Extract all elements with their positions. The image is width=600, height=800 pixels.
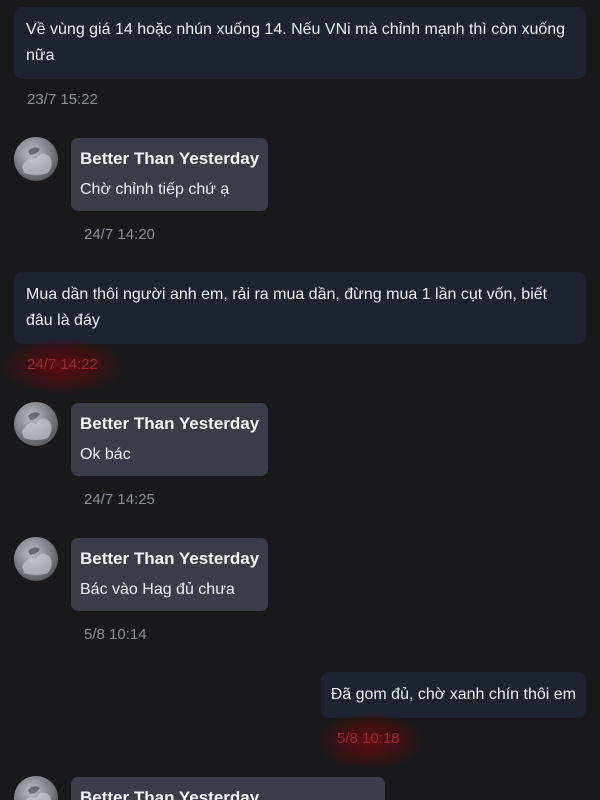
chat-thread: Về vùng giá 14 hoặc nhún xuống 14. Nếu V… bbox=[0, 0, 600, 800]
message-text: Đã gom đủ, chờ xanh chín thôi em bbox=[330, 686, 576, 703]
avatar[interactable] bbox=[14, 402, 58, 446]
message-bubble-outgoing[interactable]: Về vùng giá 14 hoặc nhún xuống 14. Nếu V… bbox=[14, 7, 586, 79]
sender-name[interactable]: Better Than Yesterday bbox=[80, 548, 259, 570]
avatar[interactable] bbox=[14, 537, 58, 581]
sender-name[interactable]: Better Than Yesterday bbox=[80, 148, 259, 170]
message-timestamp: 24/7 14:20 bbox=[84, 226, 155, 243]
message-timestamp: 23/7 15:22 bbox=[27, 91, 98, 108]
message-text: Ok bác bbox=[80, 446, 131, 463]
message-text: Mua dần thôi người anh em, rải ra mua dầ… bbox=[26, 286, 548, 329]
message-bubble-incoming[interactable]: Better Than Yesterday bbox=[71, 777, 385, 800]
message-bubble-outgoing[interactable]: Đã gom đủ, chờ xanh chín thôi em bbox=[320, 672, 586, 718]
message-text: Chờ chỉnh tiếp chứ ạ bbox=[80, 181, 230, 198]
message-bubble-incoming[interactable]: Better Than Yesterday Ok bác bbox=[71, 403, 269, 476]
message-text: Về vùng giá 14 hoặc nhún xuống 14. Nếu V… bbox=[26, 21, 566, 64]
message-timestamp: 24/7 14:25 bbox=[84, 491, 155, 508]
avatar[interactable] bbox=[14, 137, 58, 181]
message-text: Bác vào Hag đủ chưa bbox=[80, 581, 235, 598]
sender-name[interactable]: Better Than Yesterday bbox=[80, 413, 259, 435]
message-bubble-incoming[interactable]: Better Than Yesterday Chờ chỉnh tiếp chứ… bbox=[71, 138, 269, 211]
message-bubble-outgoing[interactable]: Mua dần thôi người anh em, rải ra mua dầ… bbox=[14, 272, 586, 344]
message-timestamp: 24/7 14:22 bbox=[27, 356, 98, 373]
message-timestamp: 5/8 10:14 bbox=[84, 626, 147, 643]
message-timestamp: 5/8 10:18 bbox=[337, 730, 400, 747]
avatar[interactable] bbox=[14, 776, 58, 800]
message-bubble-incoming[interactable]: Better Than Yesterday Bác vào Hag đủ chư… bbox=[71, 538, 269, 611]
sender-name[interactable]: Better Than Yesterday bbox=[80, 787, 376, 800]
